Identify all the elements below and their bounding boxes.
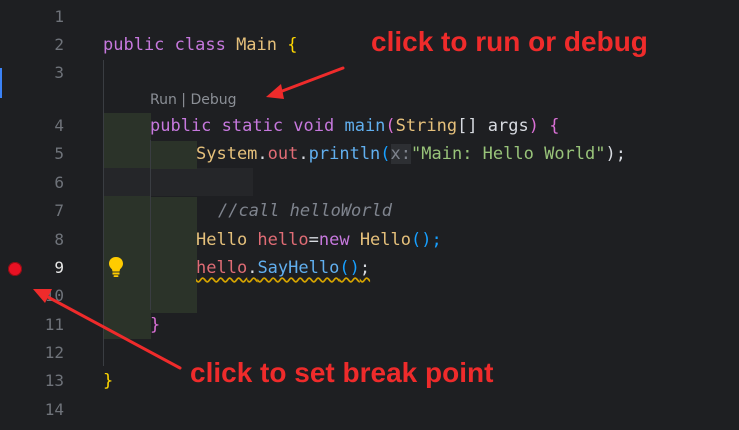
code-line-9[interactable]: hello.SayHello();	[196, 256, 370, 280]
code-line-11[interactable]: }	[150, 313, 160, 337]
annotation-run-debug: click to run or debug	[371, 26, 648, 57]
token-args: [] args	[457, 116, 529, 136]
breakpoint-dot-icon[interactable]	[8, 262, 22, 276]
indent-guide-class	[103, 60, 104, 366]
token-variable: hello	[257, 230, 309, 250]
token-paren: (	[385, 116, 396, 136]
token-variable: hello	[196, 258, 248, 278]
token-dot: .	[247, 258, 258, 278]
token-brace: }	[103, 371, 114, 391]
line-number[interactable]: 12	[0, 341, 64, 365]
indent-guide-method	[150, 140, 151, 310]
token-class: Main	[236, 35, 278, 55]
token-brace: {	[277, 35, 298, 55]
code-line-5[interactable]: System.out.println(x:"Main: Hello World"…	[196, 142, 626, 166]
token-type: String	[395, 116, 458, 136]
code-line-2[interactable]: public class Main {	[103, 33, 298, 57]
line-number[interactable]: 11	[0, 313, 64, 337]
token-dot: .	[298, 144, 309, 164]
code-line-8[interactable]: Hello hello=new Hello();	[196, 228, 442, 252]
token-brace: }	[150, 315, 161, 335]
token-end: );	[605, 144, 626, 164]
token-paren: ()	[339, 258, 360, 278]
codelens-separator: |	[176, 92, 191, 108]
token-constructor: Hello	[359, 230, 411, 250]
token-string: "Main: Hello World"	[411, 144, 606, 164]
token-method: println	[308, 144, 381, 164]
code-line-4[interactable]: public static void main(String[] args) {	[150, 114, 559, 138]
code-line-13[interactable]: }	[103, 369, 113, 393]
token-end: ();	[411, 230, 442, 250]
token-dot: .	[257, 144, 268, 164]
token-comment: //call helloWorld	[218, 201, 392, 221]
line-number[interactable]: 2	[0, 33, 64, 57]
codelens-run[interactable]: Run	[150, 92, 177, 108]
indent-highlight-body	[151, 141, 197, 169]
token-keyword: new	[318, 230, 360, 250]
line-number[interactable]: 7	[0, 199, 64, 223]
line-number[interactable]: 13	[0, 369, 64, 393]
line-number[interactable]: 14	[0, 398, 64, 422]
token-field: out	[267, 144, 299, 164]
codelens-debug[interactable]: Debug	[190, 92, 236, 108]
token-keyword: public static void	[150, 116, 345, 136]
line-number[interactable]: 4	[0, 114, 64, 138]
line-number[interactable]: 5	[0, 142, 64, 166]
indent-highlight-method	[103, 113, 151, 339]
token-end: ;	[359, 258, 371, 278]
annotation-breakpoint: click to set break point	[190, 357, 494, 388]
token-function: main	[344, 116, 386, 136]
line-number[interactable]: 6	[0, 171, 64, 195]
indent-highlight-gap	[103, 168, 253, 196]
inlay-hint: x:	[390, 144, 412, 164]
token-class: Hello	[196, 230, 258, 250]
token-operator: =	[308, 230, 319, 250]
line-number[interactable]: 8	[0, 228, 64, 252]
line-number[interactable]: 1	[0, 5, 64, 29]
token-brace: {	[549, 116, 560, 136]
token-keyword: public class	[103, 35, 237, 55]
code-line-7[interactable]: //call helloWorld	[218, 199, 392, 223]
line-number[interactable]: 10	[0, 284, 64, 308]
token-method: SayHello	[257, 258, 340, 278]
token-paren: (	[380, 144, 391, 164]
indent-highlight-body-2	[151, 197, 197, 313]
line-number[interactable]: 3	[0, 61, 64, 85]
token-class: System	[196, 144, 258, 164]
lightbulb-icon[interactable]	[108, 256, 124, 278]
codelens: Run | Debug	[150, 88, 237, 112]
token-paren: )	[528, 116, 550, 136]
